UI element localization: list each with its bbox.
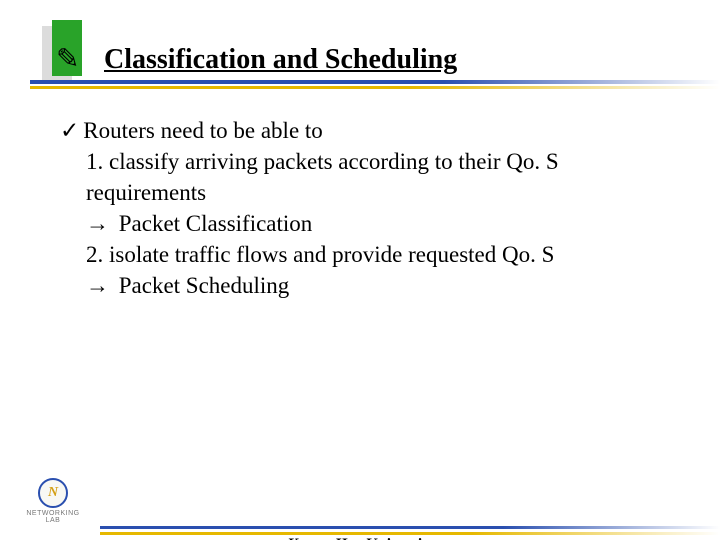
- lab-logo: N NETWORKING LAB: [18, 478, 88, 524]
- bullet-result-1: → Packet Classification: [60, 208, 680, 239]
- bullet-item-1: 1. classify arriving packets according t…: [60, 146, 680, 208]
- logo-badge-icon: N: [38, 478, 68, 508]
- checkmark-icon: ✓: [60, 117, 79, 143]
- result-1-text: Packet Classification: [119, 211, 313, 236]
- result-2-text: Packet Scheduling: [119, 273, 290, 298]
- lead-text: Routers need to be able to: [83, 118, 323, 143]
- slide-title: Classification and Scheduling: [104, 44, 457, 76]
- bullet-result-2: → Packet Scheduling: [60, 270, 680, 301]
- slide-body: ✓Routers need to be able to 1. classify …: [0, 95, 720, 301]
- bullet-lead: ✓Routers need to be able to: [60, 115, 680, 146]
- arrow-icon: →: [86, 210, 109, 236]
- title-underline-bars: [30, 80, 720, 89]
- slide-header: ✎ Classification and Scheduling: [0, 0, 720, 95]
- arrow-icon: →: [86, 272, 109, 298]
- footer-underline-bars: [100, 526, 720, 535]
- logo-label: NETWORKING LAB: [18, 510, 88, 524]
- footer-university: Kyung Hee University: [0, 536, 720, 540]
- writing-hand-icon: ✎: [56, 42, 79, 75]
- bullet-item-2: 2. isolate traffic flows and provide req…: [60, 239, 680, 270]
